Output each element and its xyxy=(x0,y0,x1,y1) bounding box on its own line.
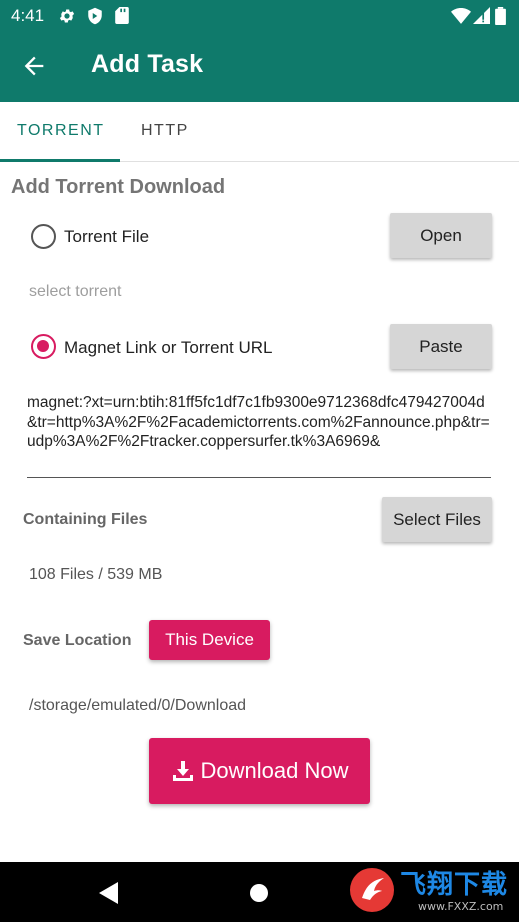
watermark-emblem-icon xyxy=(350,868,394,912)
select-files-button[interactable]: Select Files xyxy=(382,497,492,542)
status-time: 4:41 xyxy=(11,6,45,25)
magnet-link-label[interactable]: Magnet Link or Torrent URL xyxy=(64,338,273,358)
tab-bar: TORRENT HTTP xyxy=(0,102,519,162)
back-arrow-icon[interactable] xyxy=(20,52,48,80)
download-icon xyxy=(172,761,193,781)
magnet-link-radio[interactable] xyxy=(31,334,56,359)
open-button[interactable]: Open xyxy=(390,213,492,258)
containing-files-label: Containing Files xyxy=(23,511,148,528)
nav-home-icon[interactable] xyxy=(249,883,269,903)
app-bar: Add Task xyxy=(0,30,519,102)
torrent-file-radio[interactable] xyxy=(31,224,56,249)
download-now-label: Download Now xyxy=(200,758,349,783)
battery-icon xyxy=(495,7,506,25)
signal-icon xyxy=(473,7,490,24)
magnet-field-underline xyxy=(27,477,491,478)
watermark-subtext: www.FXXZ.com xyxy=(418,900,504,913)
nav-back-icon[interactable] xyxy=(99,882,119,904)
magnet-url-field[interactable]: magnet:?xt=urn:btih:81ff5fc1df7c1fb9300e… xyxy=(27,393,493,452)
files-summary: 108 Files / 539 MB xyxy=(29,566,163,583)
settings-icon xyxy=(59,9,75,23)
torrent-file-label[interactable]: Torrent File xyxy=(64,227,149,247)
download-now-button[interactable]: Download Now xyxy=(149,738,370,804)
wifi-icon xyxy=(451,8,471,24)
select-torrent-hint: select torrent xyxy=(29,283,122,300)
tab-torrent[interactable]: TORRENT xyxy=(17,122,105,140)
add-task-screen: 4:41 Add Task TORRENT HTTP Add Torrent D… xyxy=(0,0,519,922)
save-location-label: Save Location xyxy=(23,632,132,649)
status-bar: 4:41 xyxy=(0,0,519,30)
paste-button[interactable]: Paste xyxy=(390,324,492,369)
sd-card-icon xyxy=(115,7,129,24)
shield-icon xyxy=(88,7,102,25)
this-device-button[interactable]: This Device xyxy=(149,620,270,660)
section-title: Add Torrent Download xyxy=(11,176,226,198)
save-path: /storage/emulated/0/Download xyxy=(29,697,247,714)
watermark-text: 飞翔下载 xyxy=(400,870,509,900)
tab-http[interactable]: HTTP xyxy=(141,122,189,140)
page-title: Add Task xyxy=(91,50,204,78)
watermark-logo: 飞翔下载 www.FXXZ.com xyxy=(348,860,513,918)
tab-indicator xyxy=(0,159,120,162)
